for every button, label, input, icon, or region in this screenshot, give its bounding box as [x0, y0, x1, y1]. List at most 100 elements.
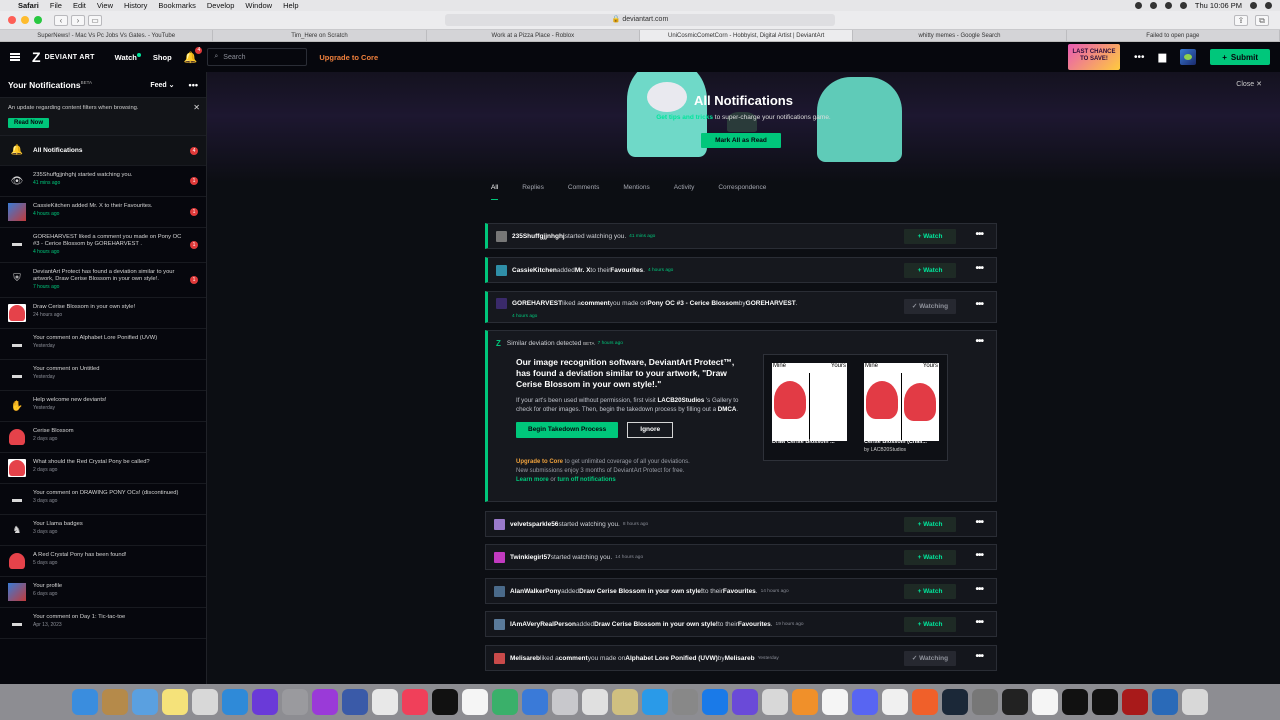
menu-history[interactable]: History: [124, 1, 147, 10]
sidebar-item[interactable]: 👁 235Shuffgjjnhghj started watching you. 4…: [0, 166, 206, 197]
tab-correspondence[interactable]: Correspondence: [718, 184, 766, 200]
notification-card[interactable]: 235Shuffgjjnhghj started watching you. 4…: [485, 223, 997, 249]
tab-mentions[interactable]: Mentions: [623, 184, 649, 200]
sidebar-item[interactable]: ▬ GOREHARVEST liked a comment you made on…: [0, 228, 206, 263]
tab-all[interactable]: All: [491, 184, 499, 200]
forward-button[interactable]: ›: [71, 14, 85, 26]
avatar[interactable]: [496, 297, 507, 309]
username[interactable]: Melisareb: [725, 655, 755, 662]
chess-icon[interactable]: [1062, 689, 1088, 715]
browser-tab[interactable]: Failed to open page: [1067, 30, 1280, 41]
app-icon[interactable]: [1152, 689, 1178, 715]
back-button[interactable]: ‹: [54, 14, 68, 26]
tv-icon[interactable]: [432, 689, 458, 715]
menu-bookmarks[interactable]: Bookmarks: [158, 1, 196, 10]
more-icon[interactable]: •••: [975, 299, 983, 310]
keynote-icon[interactable]: [522, 689, 548, 715]
notes-icon[interactable]: [162, 689, 188, 715]
music-icon[interactable]: [402, 689, 428, 715]
more-icon[interactable]: •••: [975, 336, 983, 347]
address-bar[interactable]: 🔒 deviantart.com: [445, 14, 835, 26]
username[interactable]: CassieKitchen: [512, 267, 557, 274]
close-button[interactable]: Close ✕: [1236, 80, 1262, 88]
deviation-link[interactable]: Alphabet Lore Ponified (UVW): [625, 655, 717, 662]
more-icon[interactable]: •••: [975, 229, 983, 240]
sidebar-item[interactable]: ▬ Your comment on Alphabet Lore Ponified …: [0, 329, 206, 360]
thumbnail-author[interactable]: by LACB20Studios: [864, 447, 906, 453]
app-icon[interactable]: [732, 689, 758, 715]
sidebar-item[interactable]: ▬ Your comment on Day 1: Tic-tac-toe Apr 1…: [0, 608, 206, 639]
search-input[interactable]: ⌕ Search: [207, 48, 308, 66]
menu-app[interactable]: Safari: [18, 1, 39, 10]
settings-icon[interactable]: [672, 689, 698, 715]
avatar[interactable]: [496, 264, 507, 276]
protect-card[interactable]: Z Similar deviation detected BETA 7 hour…: [485, 330, 997, 502]
promo-banner[interactable]: LAST CHANCE TO SAVE!: [1068, 44, 1120, 70]
menu-develop[interactable]: Develop: [207, 1, 235, 10]
browser-tab[interactable]: SuperNews! - Mac Vs Pc Jobs Vs Gates. - …: [0, 30, 214, 41]
watch-button[interactable]: + Watch: [904, 263, 956, 278]
close-window-button[interactable]: [8, 16, 16, 24]
sidebar-toggle-button[interactable]: ▭: [88, 14, 102, 26]
textedit-icon[interactable]: [582, 689, 608, 715]
obs-icon[interactable]: [1002, 689, 1028, 715]
clock[interactable]: Thu 10:06 PM: [1195, 1, 1242, 10]
avatar[interactable]: [494, 585, 505, 597]
chrome-icon[interactable]: [882, 689, 908, 715]
sidebar-item[interactable]: Draw Cerise Blossom in your own style! 24…: [0, 298, 206, 329]
feed-dropdown[interactable]: Feed ⌄: [150, 81, 174, 89]
sidebar-item[interactable]: ⛨ DeviantArt Protect has found a deviatio…: [0, 263, 206, 298]
menu-view[interactable]: View: [97, 1, 113, 10]
steam-icon[interactable]: [942, 689, 968, 715]
discord-icon[interactable]: [852, 689, 878, 715]
mark-all-read-button[interactable]: Mark All as Read: [701, 133, 781, 148]
notification-card[interactable]: CassieKitchen added Mr. X to their Favou…: [485, 257, 997, 283]
browser-tab[interactable]: Work at a Pizza Place - Roblox: [427, 30, 640, 41]
shop-nav[interactable]: Shop: [153, 53, 172, 62]
dmca-link[interactable]: DMCA: [718, 406, 737, 413]
status-icon[interactable]: [1149, 2, 1157, 9]
firefox-icon[interactable]: [912, 689, 938, 715]
bell-icon[interactable]: 🔔 4: [184, 46, 203, 64]
comment-link[interactable]: comment: [559, 655, 588, 662]
more-icon[interactable]: •••: [975, 617, 983, 628]
epic-games-icon[interactable]: [1092, 689, 1118, 715]
more-icon[interactable]: •••: [1134, 52, 1145, 63]
menu-window[interactable]: Window: [245, 1, 272, 10]
tab-activity[interactable]: Activity: [674, 184, 695, 200]
news-icon[interactable]: [372, 689, 398, 715]
more-icon[interactable]: •••: [975, 550, 983, 561]
menu-file[interactable]: File: [50, 1, 62, 10]
favourites-link[interactable]: Favourites: [610, 267, 643, 274]
books-icon[interactable]: [792, 689, 818, 715]
favourites-link[interactable]: Favourites: [723, 588, 756, 595]
user-avatar[interactable]: [1180, 49, 1197, 65]
sidebar-item[interactable]: ▬ Your comment on Untitled Yesterday: [0, 360, 206, 391]
sidebar-item[interactable]: ✋ Help welcome new deviants! Yesterday: [0, 391, 206, 422]
username[interactable]: velvetsparkle56: [510, 521, 558, 528]
notification-card[interactable]: GOREHARVEST liked a comment you made on …: [485, 291, 997, 323]
control-center-icon[interactable]: [1265, 2, 1272, 9]
deviation-link[interactable]: Pony OC #3 - Cerice Blossom: [647, 300, 738, 307]
browser-tab[interactable]: whitty memes - Google Search: [853, 30, 1067, 41]
deviation-link[interactable]: Draw Cerise Blossom in your own style!: [594, 621, 718, 628]
username[interactable]: AlanWalkerPony: [510, 588, 561, 595]
chat-icon[interactable]: ▆: [1159, 52, 1167, 63]
deviation-link[interactable]: Mr. X: [575, 267, 591, 274]
begin-takedown-button[interactable]: Begin Takedown Process: [516, 422, 619, 438]
sidebar-item[interactable]: ▬ Your comment on DRAWING PONY OCs! (disc…: [0, 484, 206, 515]
username[interactable]: GOREHARVEST: [746, 300, 796, 307]
sidebar-item[interactable]: ♞ Your Llama badges 3 days ago: [0, 515, 206, 546]
menu-help[interactable]: Help: [283, 1, 298, 10]
upgrade-link[interactable]: Upgrade to Core: [319, 53, 378, 62]
app-icon[interactable]: [102, 689, 128, 715]
app-icon[interactable]: [1032, 689, 1058, 715]
username-link[interactable]: LACB20Studios: [658, 397, 705, 404]
turn-off-notifications-link[interactable]: turn off notifications: [557, 477, 615, 483]
launchpad-icon[interactable]: [282, 689, 308, 715]
avatar[interactable]: [494, 618, 505, 630]
flash-icon[interactable]: [1122, 689, 1148, 715]
watch-button[interactable]: + Watch: [904, 550, 956, 565]
watching-button[interactable]: ✓ Watching: [904, 299, 956, 314]
browser-tab-active[interactable]: UniCosmicCometCorn - Hobbyist, Digital A…: [639, 30, 854, 41]
